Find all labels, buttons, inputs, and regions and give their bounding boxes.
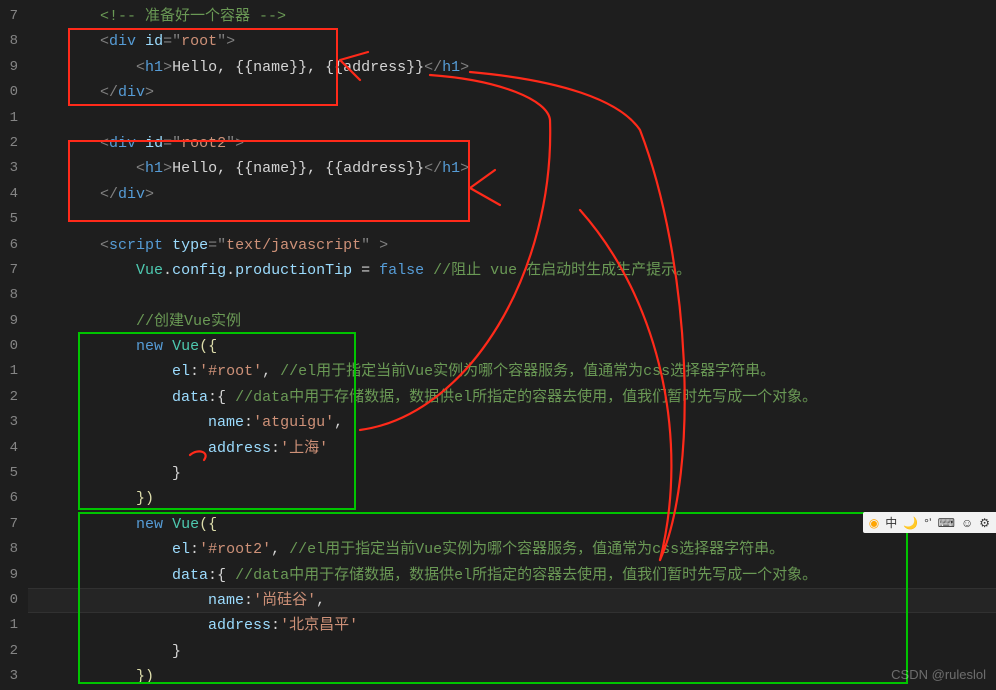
code-line[interactable]: el:'#root', //el用于指定当前Vue实例为哪个容器服务，值通常为c… [28, 359, 996, 384]
tray-settings-icon[interactable]: ⚙ [979, 516, 990, 530]
tray-circle-icon[interactable]: ◉ [869, 516, 879, 530]
line-number: 8 [0, 29, 18, 54]
line-number: 7 [0, 512, 18, 537]
code-line[interactable]: <!-- 准备好一个容器 --> [28, 4, 996, 29]
current-line-highlight [28, 588, 996, 613]
line-number: 8 [0, 537, 18, 562]
line-number: 3 [0, 156, 18, 181]
code-line[interactable]: } [28, 461, 996, 486]
line-number: 2 [0, 131, 18, 156]
code-line[interactable]: new Vue({ [28, 334, 996, 359]
line-number: 1 [0, 613, 18, 638]
code-line[interactable]: data:{ //data中用于存储数据，数据供el所指定的容器去使用，值我们暂… [28, 563, 996, 588]
code-area[interactable]: <!-- 准备好一个容器 --> <div id="root"> <h1>Hel… [28, 0, 996, 688]
line-number: 9 [0, 309, 18, 334]
code-line[interactable]: <script type="text/javascript" > [28, 233, 996, 258]
tray-moon-icon[interactable]: 🌙 [903, 516, 918, 530]
code-line[interactable]: address:'北京昌平' [28, 613, 996, 638]
line-number: 5 [0, 207, 18, 232]
code-line[interactable] [28, 283, 996, 308]
line-number: 9 [0, 55, 18, 80]
code-line[interactable]: name:'atguigu', [28, 410, 996, 435]
comment: <!-- [100, 8, 145, 25]
tray-ime-mode[interactable]: 中 [885, 514, 897, 531]
code-line[interactable]: data:{ //data中用于存储数据，数据供el所指定的容器去使用，值我们暂… [28, 385, 996, 410]
code-line[interactable]: }) [28, 664, 996, 689]
line-number: 3 [0, 664, 18, 689]
tray-punct-icon[interactable]: °ʼ [924, 516, 931, 530]
line-number: 7 [0, 4, 18, 29]
code-editor[interactable]: 789012345678901234567890123 <!-- 准备好一个容器… [0, 0, 996, 688]
code-line[interactable]: new Vue({ [28, 512, 996, 537]
code-line[interactable]: </div> [28, 80, 996, 105]
line-number: 2 [0, 639, 18, 664]
line-number: 1 [0, 359, 18, 384]
code-line[interactable]: <h1>Hello, {{name}}, {{address}}</h1> [28, 156, 996, 181]
line-number: 7 [0, 258, 18, 283]
code-line[interactable] [28, 106, 996, 131]
code-line[interactable]: <div id="root2"> [28, 131, 996, 156]
tray-keyboard-icon[interactable]: ⌨ [938, 516, 955, 530]
line-number: 0 [0, 80, 18, 105]
code-line[interactable]: <h1>Hello, {{name}}, {{address}}</h1> [28, 55, 996, 80]
code-line[interactable]: } [28, 639, 996, 664]
line-number: 0 [0, 588, 18, 613]
line-number: 5 [0, 461, 18, 486]
ime-tray[interactable]: ◉ 中 🌙 °ʼ ⌨ ☺ ⚙ [863, 512, 996, 533]
line-number: 3 [0, 410, 18, 435]
line-number: 8 [0, 283, 18, 308]
line-number: 6 [0, 486, 18, 511]
line-number: 9 [0, 563, 18, 588]
code-line[interactable]: }) [28, 486, 996, 511]
code-line[interactable] [28, 207, 996, 232]
line-number: 0 [0, 334, 18, 359]
code-line[interactable]: <div id="root"> [28, 29, 996, 54]
line-number: 4 [0, 436, 18, 461]
line-number: 6 [0, 233, 18, 258]
code-line[interactable]: //创建Vue实例 [28, 309, 996, 334]
code-line[interactable]: el:'#root2', //el用于指定当前Vue实例为哪个容器服务，值通常为… [28, 537, 996, 562]
code-line[interactable]: Vue.config.productionTip = false //阻止 vu… [28, 258, 996, 283]
watermark: CSDN @ruleslol [891, 667, 986, 682]
line-number: 2 [0, 385, 18, 410]
code-line[interactable]: address:'上海' [28, 436, 996, 461]
code-line[interactable]: </div> [28, 182, 996, 207]
line-number: 4 [0, 182, 18, 207]
line-number: 1 [0, 106, 18, 131]
line-number-gutter: 789012345678901234567890123 [0, 0, 28, 688]
tray-emoji-icon[interactable]: ☺ [961, 516, 973, 530]
